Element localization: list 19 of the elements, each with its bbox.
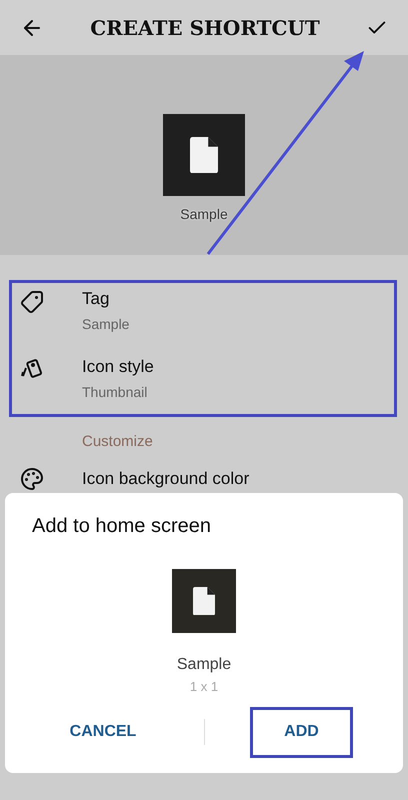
section-header: Customize [82,433,153,450]
dialog-button[interactable]: CANCEL [47,706,159,758]
document-icon [190,136,218,174]
dialog-title: Add to home screen [32,514,212,539]
setting-item[interactable]: Icon style Thumbnail [0,356,408,424]
setting-value: Thumbnail [82,383,148,402]
page-title: CREATE SHORTCUT [90,14,320,42]
tag-icon [20,290,44,314]
document-icon [193,586,215,616]
preview-label: Sample [180,205,228,224]
setting-value: Sample [82,315,130,334]
shortcut-size: 1 x 1 [190,678,218,696]
dialog-button[interactable]: ADD [250,706,353,758]
shortcut-label: Sample [176,655,232,675]
setting-item[interactable]: Tag Sample [0,288,408,356]
palette-icon [20,466,44,491]
setting-title: Icon background color [82,468,250,490]
setting-title: Icon style [82,356,154,378]
setting-title: Tag [82,288,110,310]
